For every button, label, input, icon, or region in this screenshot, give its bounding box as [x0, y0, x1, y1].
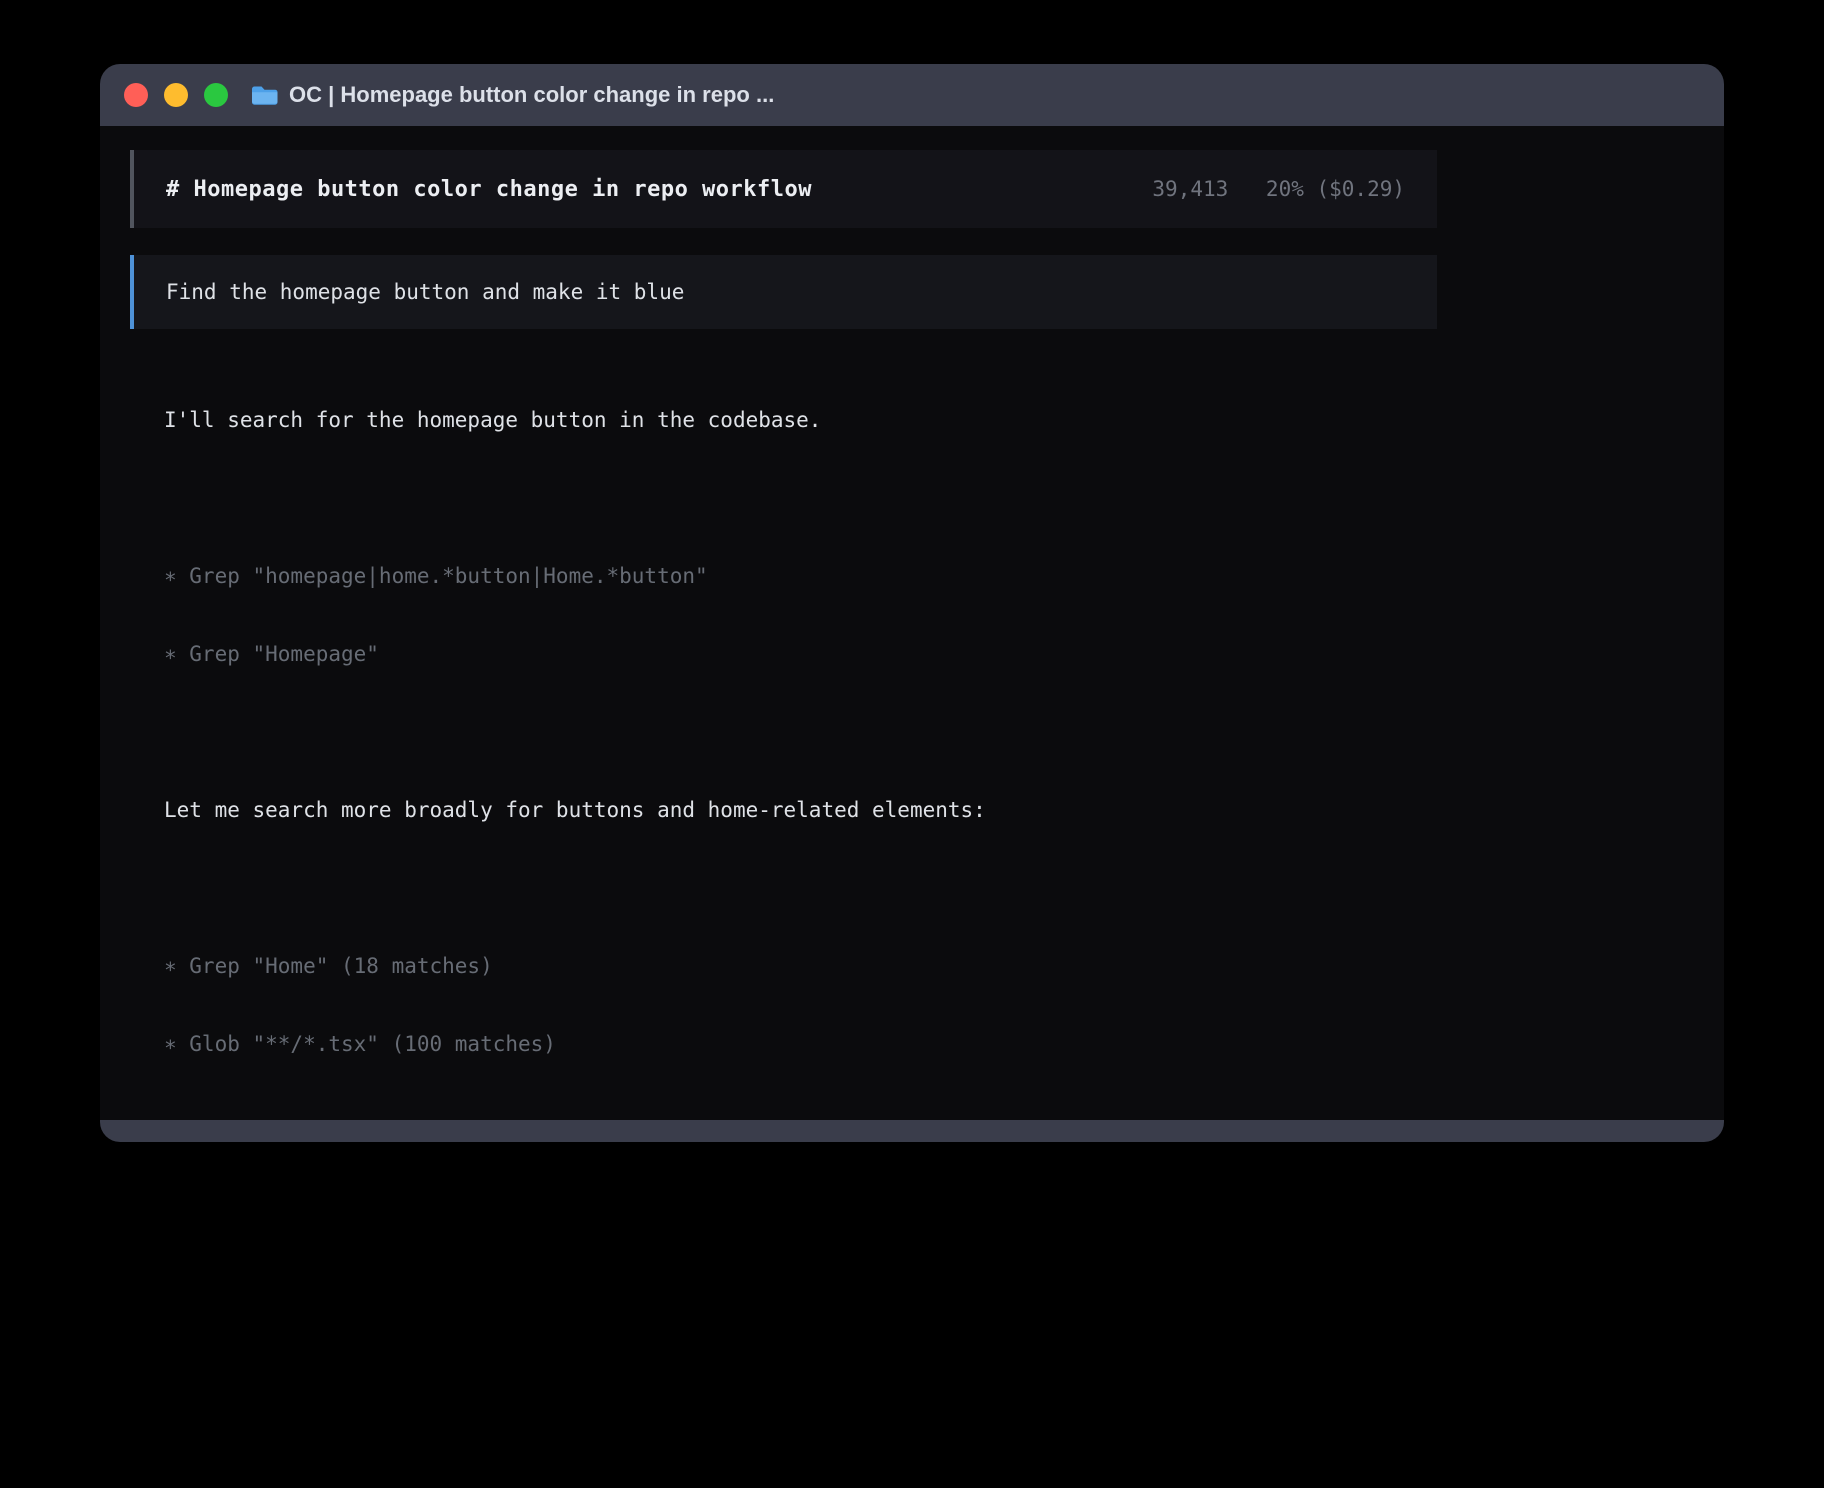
message-line: Let me search more broadly for buttons a… [164, 797, 1437, 823]
session-stats: 39,413 20% ($0.29) [1152, 177, 1405, 201]
window-titlebar[interactable]: OC | Homepage button color change in rep… [100, 64, 1724, 126]
terminal-content: # Homepage button color change in repo w… [100, 126, 1724, 1120]
tool-call-line: ∗ Grep "homepage|home.*button|Home.*butt… [164, 563, 1437, 589]
tool-call-line: ∗ Grep "Homepage" [164, 641, 1437, 667]
assistant-output: I'll search for the homepage button in t… [130, 329, 1437, 1120]
tool-call-group: ∗ Grep "Home" (18 matches) ∗ Glob "**/*.… [164, 901, 1437, 1109]
user-message-text: Find the homepage button and make it blu… [166, 280, 684, 304]
session-header: # Homepage button color change in repo w… [130, 150, 1437, 228]
tool-call-line: ∗ Glob "**/*.tsx" (100 matches) [164, 1031, 1437, 1057]
window-title: OC | Homepage button color change in rep… [289, 82, 774, 108]
zoom-window-button[interactable] [204, 83, 228, 107]
tool-call-group: ∗ Grep "homepage|home.*button|Home.*butt… [164, 511, 1437, 719]
message-line: I'll search for the homepage button in t… [164, 407, 1437, 433]
session-column: # Homepage button color change in repo w… [130, 150, 1437, 1120]
assistant-text: I'll search for the homepage button in t… [164, 355, 1437, 485]
session-title: # Homepage button color change in repo w… [166, 177, 812, 202]
window-controls [124, 83, 228, 107]
tool-call-line: ∗ Grep "Home" (18 matches) [164, 953, 1437, 979]
folder-icon [250, 84, 278, 107]
context-usage: 20% ($0.29) [1266, 177, 1405, 201]
terminal-window: OC | Homepage button color change in rep… [100, 64, 1724, 1142]
minimize-window-button[interactable] [164, 83, 188, 107]
close-window-button[interactable] [124, 83, 148, 107]
token-count: 39,413 [1152, 177, 1228, 201]
assistant-text: Let me search more broadly for buttons a… [164, 745, 1437, 875]
window-title-group: OC | Homepage button color change in rep… [250, 82, 774, 108]
user-message-block: Find the homepage button and make it blu… [130, 255, 1437, 329]
